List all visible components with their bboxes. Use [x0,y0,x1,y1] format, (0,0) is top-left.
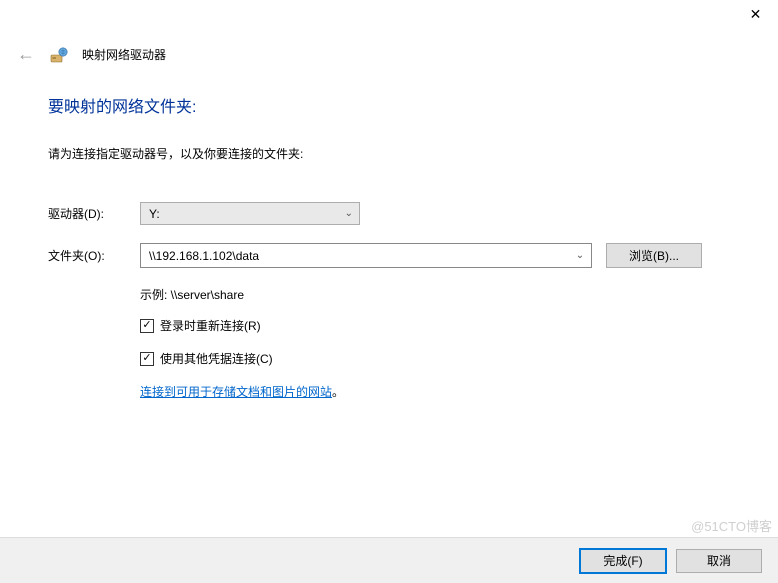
example-text: 示例: \\server\share [140,286,778,303]
back-button[interactable]: ← [16,44,36,65]
folder-row: 文件夹(O): ⌄ 浏览(B)... [48,243,778,268]
reconnect-row: ✓ 登录时重新连接(R) [140,317,778,334]
reconnect-checkbox[interactable]: ✓ [140,319,154,333]
drive-label: 驱动器(D): [48,205,140,222]
browse-button[interactable]: 浏览(B)... [606,243,702,268]
chevron-down-icon: ⌄ [345,208,353,219]
close-icon: ✕ [750,6,762,23]
instruction-text: 请为连接指定驱动器号，以及你要连接的文件夹: [48,145,778,162]
credentials-checkbox[interactable]: ✓ [140,352,154,366]
cancel-button[interactable]: 取消 [676,549,762,573]
watermark-text: @51CTO博客 [691,516,772,535]
credentials-row: ✓ 使用其他凭据连接(C) [140,350,778,367]
network-drive-icon [50,46,68,64]
checkmark-icon: ✓ [142,320,151,331]
checkmark-icon: ✓ [142,353,151,364]
drive-value: Y: [149,207,160,221]
back-arrow-icon: ← [17,44,35,64]
content-area: 要映射的网络文件夹: 请为连接指定驱动器号，以及你要连接的文件夹: 驱动器(D)… [0,73,778,400]
titlebar: ✕ [0,0,778,32]
storage-link-row: 连接到可用于存储文档和图片的网站。 [140,383,778,400]
footer-bar: 完成(F) 取消 [0,537,778,583]
header-row: ← 映射网络驱动器 [0,32,778,73]
credentials-label: 使用其他凭据连接(C) [160,350,273,367]
folder-combobox[interactable]: ⌄ [140,243,592,268]
drive-row: 驱动器(D): Y: ⌄ [48,202,778,225]
folder-input[interactable] [141,244,569,267]
window-title: 映射网络驱动器 [82,46,166,63]
drive-select[interactable]: Y: ⌄ [140,202,360,225]
finish-button[interactable]: 完成(F) [580,549,666,573]
link-period: 。 [332,385,344,399]
chevron-down-icon: ⌄ [576,250,584,261]
page-heading: 要映射的网络文件夹: [48,93,778,117]
close-button[interactable]: ✕ [733,0,778,28]
folder-dropdown-button[interactable]: ⌄ [569,244,591,267]
folder-label: 文件夹(O): [48,247,140,264]
storage-website-link[interactable]: 连接到可用于存储文档和图片的网站 [140,385,332,399]
reconnect-label: 登录时重新连接(R) [160,317,261,334]
